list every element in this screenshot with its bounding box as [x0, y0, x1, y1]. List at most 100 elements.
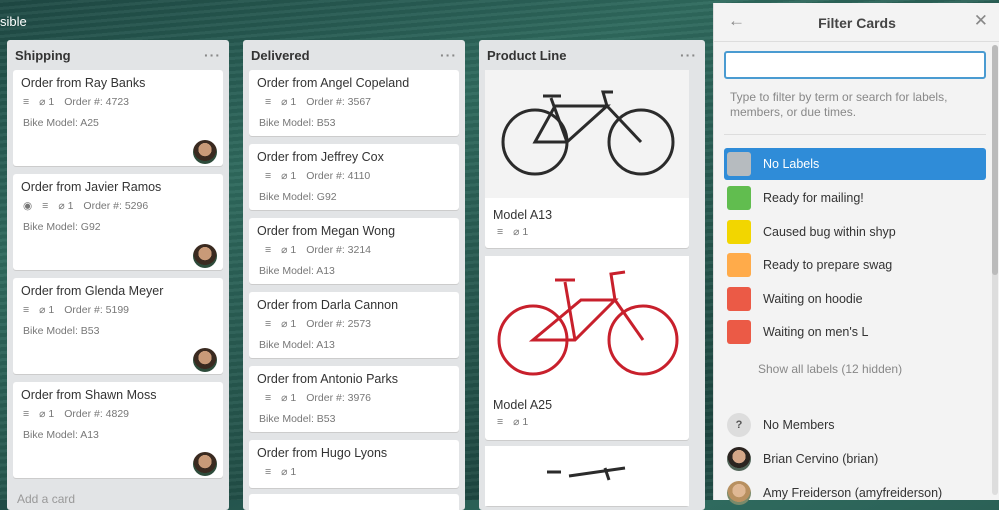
- bike-model: Bike Model: B53: [259, 413, 336, 425]
- list-header: Delivered ···: [243, 40, 465, 70]
- avatar[interactable]: [193, 244, 217, 268]
- bike-image: [485, 256, 689, 388]
- description-icon: ≡: [497, 226, 504, 238]
- filter-search-input[interactable]: [724, 51, 986, 79]
- member-filter-brian[interactable]: Brian Cervino (brian): [724, 443, 986, 475]
- order-card[interactable]: Order from Hugo Lyons ≡ ⌀ 1: [249, 440, 459, 488]
- label-filter-ready-for-mailing[interactable]: Ready for mailing!: [724, 182, 986, 214]
- close-icon[interactable]: ✕: [974, 11, 988, 31]
- panel-scrollbar[interactable]: [992, 45, 998, 495]
- order-number: Order #: 2573: [306, 318, 372, 330]
- bike-model: Bike Model: B53: [23, 325, 100, 337]
- order-card[interactable]: Order from Darla Cannon ≡ ⌀ 1 Order #: 2…: [249, 292, 459, 358]
- order-number: Order #: 4829: [64, 408, 130, 420]
- description-icon: ≡: [42, 200, 49, 212]
- attachment-badge: ⌀ 1: [281, 170, 297, 182]
- label-filter-waiting-mens-l[interactable]: Waiting on men's L: [724, 316, 986, 348]
- list-header: Product Line ···: [479, 40, 705, 70]
- card-badges: ≡ ⌀ 1: [497, 416, 538, 428]
- attachment-badge: ⌀ 1: [58, 200, 74, 212]
- card-badges: ≡ ⌀ 1 Order #: 2573: [265, 318, 381, 330]
- order-number: Order #: 3214: [306, 244, 372, 256]
- card-title: Order from Antonio Parks: [257, 372, 399, 386]
- bike-model: Bike Model: G92: [259, 191, 337, 203]
- add-card-link[interactable]: Add a card: [17, 492, 75, 506]
- order-card[interactable]: Order from Megan Wong ≡ ⌀ 1 Order #: 321…: [249, 218, 459, 284]
- eye-icon: ◉: [23, 200, 33, 212]
- bike-model: Bike Model: A13: [259, 339, 335, 351]
- member-filter-no-members[interactable]: ? No Members: [724, 409, 986, 441]
- order-card[interactable]: Order from Glenda Meyer ≡ ⌀ 1 Order #: 5…: [13, 278, 223, 374]
- list-title: Shipping: [15, 47, 71, 63]
- card-title: Order from Hugo Lyons: [257, 446, 388, 460]
- card-badges: ≡ ⌀ 1 Order #: 3976: [265, 392, 381, 404]
- avatar[interactable]: [193, 452, 217, 476]
- attachment-badge: ⌀ 1: [39, 96, 55, 108]
- description-icon: ≡: [23, 304, 30, 316]
- card-title: Order from Angel Copeland: [257, 76, 410, 90]
- show-all-labels-link[interactable]: Show all labels (12 hidden): [758, 362, 902, 376]
- card-badges: ≡ ⌀ 1 Order #: 4110: [265, 170, 380, 182]
- filter-hint: Type to filter by term or search for lab…: [730, 90, 948, 119]
- order-number: Order #: 4723: [64, 96, 130, 108]
- order-card[interactable]: Order from Jeffrey Cox ≡ ⌀ 1 Order #: 41…: [249, 144, 459, 210]
- label-swatch: [727, 220, 751, 244]
- avatar[interactable]: [193, 140, 217, 164]
- question-icon: ?: [727, 413, 751, 437]
- order-card[interactable]: Order from Ray Banks ≡ ⌀ 1 Order #: 4723…: [13, 70, 223, 166]
- label-swatch: [727, 320, 751, 344]
- member-filter-amy[interactable]: Amy Freiderson (amyfreiderson): [724, 477, 986, 509]
- paperclip-icon: ⌀: [39, 408, 49, 420]
- card-badges: ≡ ⌀ 1: [497, 226, 538, 238]
- paperclip-icon: ⌀: [39, 304, 49, 316]
- card-badges: ≡ ⌀ 1 Order #: 4723: [23, 96, 139, 108]
- card-badges: ◉ ≡ ⌀ 1 Order #: 5296: [23, 200, 158, 212]
- member-name: Brian Cervino (brian): [763, 452, 879, 466]
- paperclip-icon: ⌀: [281, 244, 291, 256]
- order-card[interactable]: Order from Angel Copeland ≡ ⌀ 1 Order #:…: [249, 70, 459, 136]
- paperclip-icon: ⌀: [281, 466, 291, 478]
- list-menu-icon[interactable]: ···: [204, 47, 221, 63]
- description-icon: ≡: [265, 170, 272, 182]
- bike-model: Bike Model: B53: [259, 117, 336, 129]
- list-title: Product Line: [487, 47, 567, 63]
- label-filter-prepare-swag[interactable]: Ready to prepare swag: [724, 249, 986, 281]
- avatar[interactable]: [193, 348, 217, 372]
- label-filter-waiting-hoodie[interactable]: Waiting on hoodie: [724, 283, 986, 315]
- card-title: Order from Jeffrey Cox: [257, 150, 384, 164]
- label-name: No Labels: [763, 157, 820, 171]
- card-title: Order from Megan Wong: [257, 224, 396, 238]
- list-product-line: Product Line ··· Model A13 ≡ ⌀ 1 Model A…: [479, 40, 705, 510]
- bike-image: [485, 446, 689, 506]
- order-card[interactable]: Order from Javier Ramos ◉ ≡ ⌀ 1 Order #:…: [13, 174, 223, 270]
- list-menu-icon[interactable]: ···: [680, 47, 697, 63]
- attachment-badge: ⌀ 1: [281, 96, 297, 108]
- description-icon: ≡: [497, 416, 504, 428]
- bike-model: Bike Model: G92: [23, 221, 101, 233]
- filter-panel: ← Filter Cards ✕ Type to filter by term …: [713, 3, 999, 505]
- label-filter-caused-bug[interactable]: Caused bug within shyp: [724, 216, 986, 248]
- paperclip-icon: ⌀: [281, 318, 291, 330]
- card-title: Order from Glenda Meyer: [21, 284, 164, 298]
- scroll-thumb[interactable]: [992, 45, 998, 275]
- paperclip-icon: ⌀: [513, 416, 523, 428]
- label-filter-no-labels[interactable]: No Labels: [724, 148, 986, 180]
- panel-title: Filter Cards: [818, 15, 896, 31]
- list-shipping: Shipping ··· Order from Ray Banks ≡ ⌀ 1 …: [7, 40, 229, 510]
- order-card[interactable]: [249, 494, 459, 510]
- product-card[interactable]: Model A25 ≡ ⌀ 1: [485, 256, 689, 440]
- product-card[interactable]: [485, 446, 689, 506]
- card-badges: ≡ ⌀ 1: [265, 466, 306, 478]
- label-name: Waiting on men's L: [763, 325, 869, 339]
- card-badges: ≡ ⌀ 1 Order #: 4829: [23, 408, 139, 420]
- description-icon: ≡: [265, 318, 272, 330]
- product-card[interactable]: Model A13 ≡ ⌀ 1: [485, 70, 689, 248]
- description-icon: ≡: [265, 466, 272, 478]
- order-number: Order #: 5199: [64, 304, 130, 316]
- order-card[interactable]: Order from Antonio Parks ≡ ⌀ 1 Order #: …: [249, 366, 459, 432]
- description-icon: ≡: [265, 244, 272, 256]
- attachment-badge: ⌀ 1: [281, 466, 297, 478]
- description-icon: ≡: [265, 392, 272, 404]
- list-menu-icon[interactable]: ···: [440, 47, 457, 63]
- order-card[interactable]: Order from Shawn Moss ≡ ⌀ 1 Order #: 482…: [13, 382, 223, 478]
